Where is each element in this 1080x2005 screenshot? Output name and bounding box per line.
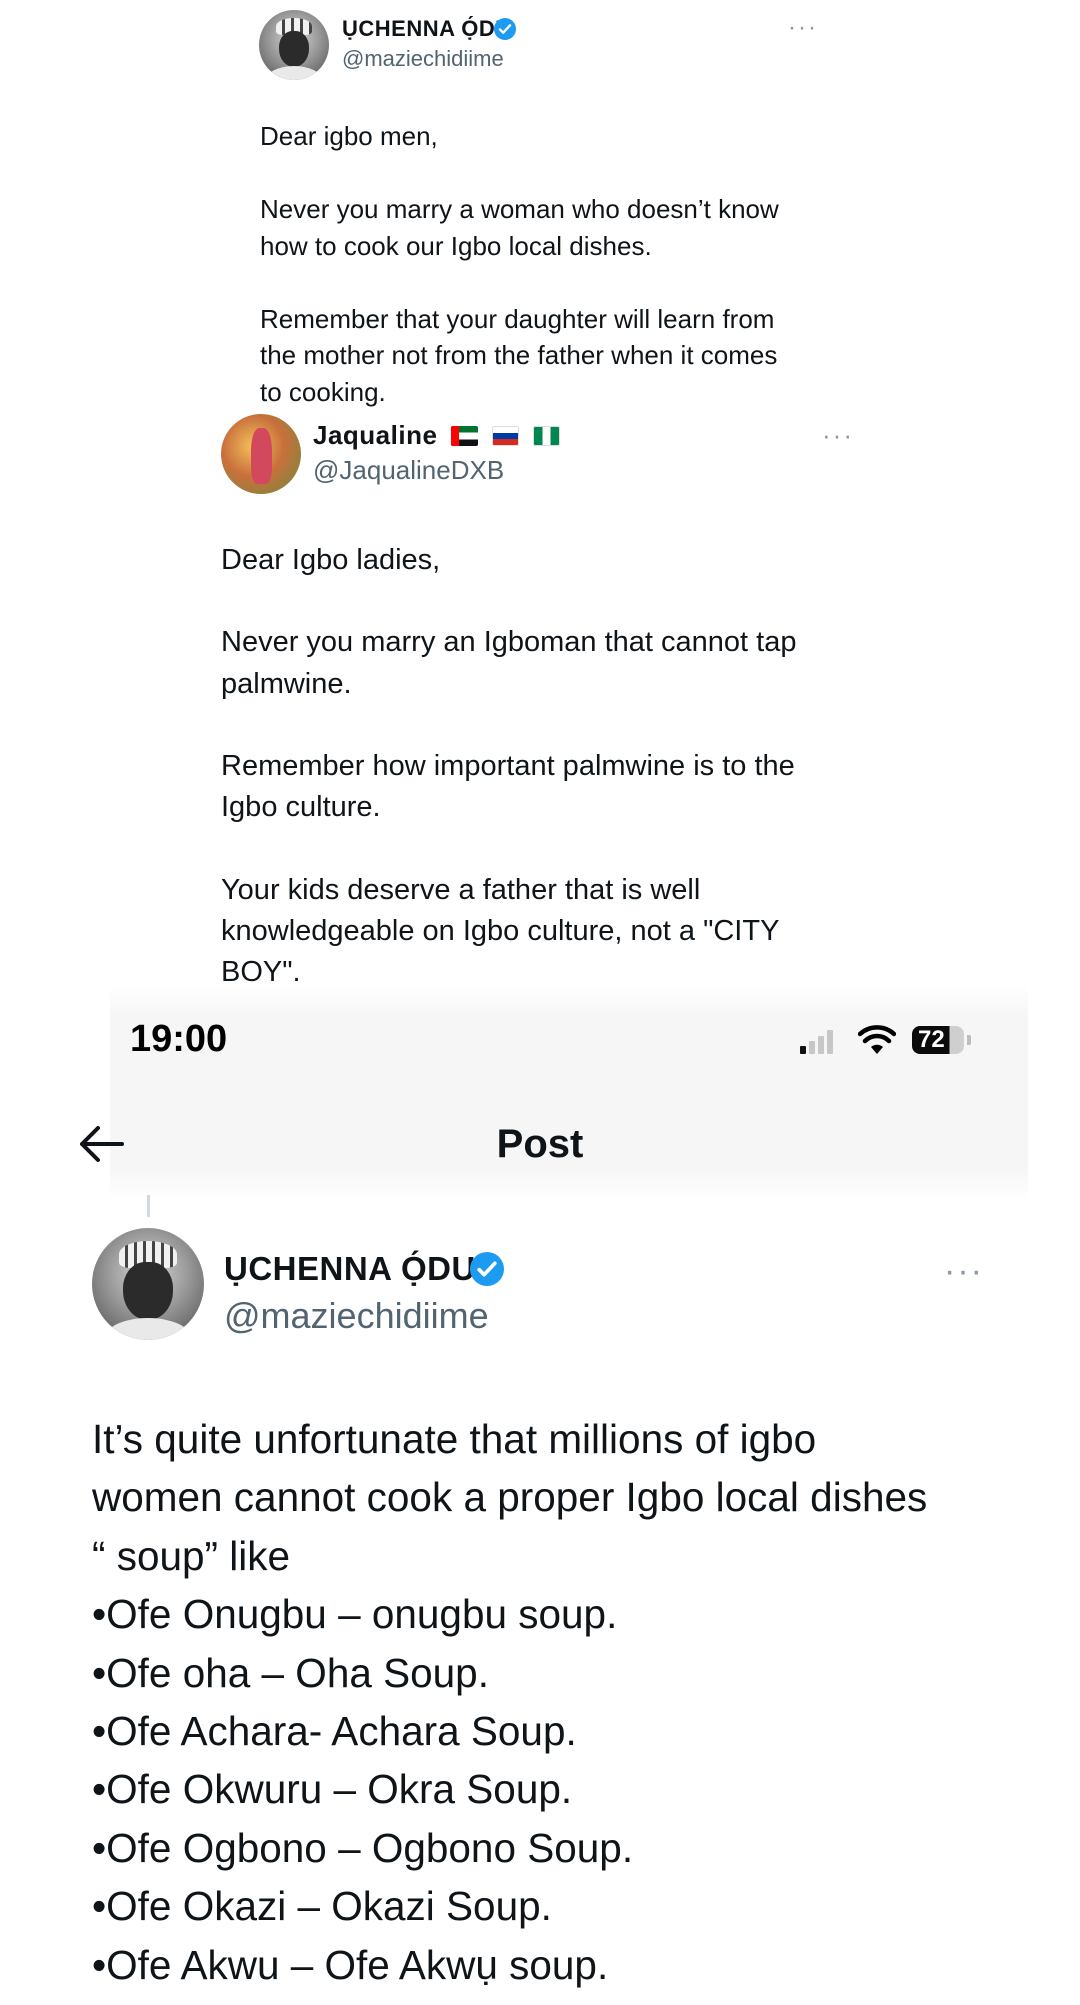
cellular-signal-icon [800,1030,836,1054]
more-options-icon[interactable]: ··· [944,1252,984,1291]
thread-connector [147,1195,150,1217]
wifi-icon [858,1025,896,1054]
battery-icon: 72 [912,1026,964,1054]
russia-flag-icon [491,426,519,446]
avatar[interactable] [221,414,301,494]
page-title: Post [496,1122,584,1166]
user-handle[interactable]: @JaqualineDXB [313,455,504,486]
tweet-body: Dear Igbo ladies, Never you marry an Igb… [221,544,797,989]
verified-badge-icon [494,18,516,40]
verified-badge-icon [470,1252,504,1286]
display-name[interactable]: ỤCHENNA Ọ́DU [224,1250,476,1288]
user-handle[interactable]: @maziechidiime [224,1295,489,1337]
status-bar [110,985,1028,1200]
status-time: 19:00 [130,1018,228,1060]
more-options-icon[interactable]: ··· [788,14,818,42]
nigeria-flag-icon [532,426,560,446]
display-name-text: Jaqualine [313,420,438,450]
post-body: It’s quite unfortunate that millions of … [92,1416,928,1988]
avatar[interactable] [92,1228,204,1340]
uae-flag-icon [451,426,479,446]
user-handle[interactable]: @maziechidiime [342,46,504,72]
battery-cap [967,1035,971,1045]
more-options-icon[interactable]: ··· [822,420,854,451]
display-name[interactable]: Jaqualine [313,420,560,451]
display-name[interactable]: ỤCHENNA Ọ́DU [342,16,512,42]
tweet-body: Dear igbo men, Never you marry a woman w… [260,121,779,407]
avatar[interactable] [259,10,329,80]
